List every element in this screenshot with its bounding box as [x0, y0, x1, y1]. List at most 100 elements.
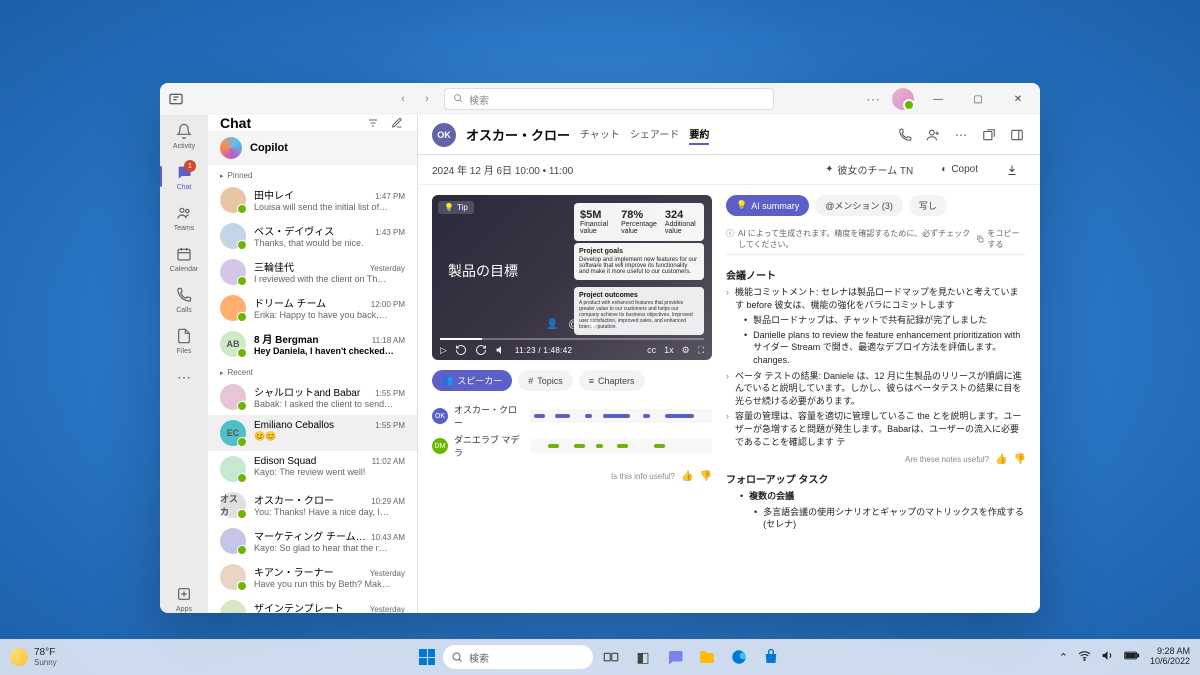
mention-icon[interactable]: @	[568, 319, 578, 330]
team-pill[interactable]: ✦ 彼女のチーム TN	[817, 160, 921, 179]
maximize-button[interactable]: ▢	[962, 87, 994, 111]
conversation-tab[interactable]: 要約	[689, 124, 709, 145]
apps-icon	[174, 584, 194, 604]
store-icon[interactable]	[757, 643, 785, 671]
more-menu[interactable]: ⋯	[862, 91, 884, 108]
ai-note[interactable]: ›容量の管理は、容量を適切に管理しているこ the とを説明します。ユーザーが急…	[726, 410, 1026, 448]
app-rail: Activity 1 Chat Teams Calendar	[160, 115, 208, 613]
play-button[interactable]: ▷	[440, 345, 447, 356]
fullscreen-button[interactable]: ⛶	[698, 345, 704, 356]
chat-item[interactable]: Edison Squad11:02 AM Kayo: The review we…	[208, 451, 417, 487]
chevron-right-icon: ›	[726, 370, 729, 408]
chat-item[interactable]: ザインテンプレートYesterday Reta: Let's set up a …	[208, 595, 417, 613]
nav-forward[interactable]: ›	[418, 90, 436, 108]
chat-item[interactable]: EC Emiliano Ceballos1:55 PM 😊😊	[208, 415, 417, 451]
volume-button[interactable]	[495, 344, 507, 356]
thumbs-up-button[interactable]: 👍	[681, 471, 693, 482]
rail-calls[interactable]: Calls	[164, 285, 204, 314]
avatar	[220, 223, 246, 249]
captions-button[interactable]: cc	[647, 345, 656, 355]
speed-button[interactable]: 1x	[664, 345, 674, 355]
battery-icon[interactable]	[1124, 649, 1140, 665]
ai-note[interactable]: ›機能コミットメント: セレナは製品ロードマップを見たいと考えています befo…	[726, 286, 1026, 311]
reaction-icon[interactable]: 👤	[546, 319, 558, 330]
nav-back[interactable]: ‹	[394, 90, 412, 108]
speaker-row[interactable]: OK オスカー・クロー	[432, 401, 712, 431]
section-recent[interactable]: Recent	[208, 362, 417, 379]
chat-item[interactable]: マーケティング チームの同期10:43 AM Kayo: So glad to …	[208, 523, 417, 559]
user-avatar[interactable]	[892, 88, 914, 110]
wifi-icon[interactable]	[1078, 649, 1091, 665]
volume-tray-icon[interactable]	[1101, 649, 1114, 665]
copilot-entry[interactable]: Copilot	[208, 131, 417, 165]
global-search[interactable]: 検索	[444, 88, 774, 110]
tab-topics[interactable]: #Topics	[518, 370, 573, 391]
panel-button[interactable]	[1008, 126, 1026, 144]
rail-activity[interactable]: Activity	[164, 121, 204, 150]
call-button[interactable]	[896, 126, 914, 144]
ai-note[interactable]: ›ベータ テストの結果: Daniele は、12 月に生製品のリリースが順調に…	[726, 370, 1026, 408]
tray-chevron-icon[interactable]: ⌃	[1059, 651, 1068, 664]
edge-icon[interactable]	[725, 643, 753, 671]
tab-chapters[interactable]: ≡Chapters	[579, 370, 645, 391]
meeting-datetime: 2024 年 12 月 6日 10:00 • 11:00	[432, 162, 573, 177]
add-people-button[interactable]	[924, 126, 942, 144]
header-more[interactable]: ⋯	[952, 126, 970, 144]
chat-item[interactable]: ドリーム チーム12:00 PM Erika: Happy to have yo…	[208, 290, 417, 326]
rewind-button[interactable]	[455, 344, 467, 356]
chat-taskbar-icon[interactable]	[661, 643, 689, 671]
rail-chat[interactable]: 1 Chat	[164, 162, 204, 191]
rail-calendar[interactable]: Calendar	[164, 244, 204, 273]
speaker-avatar: OK	[432, 408, 448, 424]
rail-teams[interactable]: Teams	[164, 203, 204, 232]
avatar	[220, 384, 246, 410]
chat-icon: 1	[174, 162, 194, 182]
taskbar-clock[interactable]: 9:28 AM 10/6/2022	[1150, 647, 1190, 667]
tab-mentions[interactable]: @メンション (3)	[815, 195, 903, 216]
speaker-row[interactable]: DM ダニエラブ マデラ	[432, 431, 712, 461]
notes-thumbs-up[interactable]: 👍	[995, 454, 1007, 465]
section-pinned[interactable]: Pinned	[208, 165, 417, 182]
sun-icon	[10, 648, 28, 666]
teams-window: ‹ › 検索 ⋯ — ▢ ✕ Activity	[160, 83, 1040, 613]
chat-item[interactable]: 田中レイ1:47 PM Louisa will send the initial…	[208, 182, 417, 218]
speaker-timeline[interactable]	[530, 439, 712, 453]
conversation-tab[interactable]: チャット	[580, 124, 620, 145]
taskview-icon[interactable]	[597, 643, 625, 671]
start-button[interactable]	[415, 645, 439, 669]
chat-item[interactable]: シャルロットand Babar1:55 PM Babak: I asked th…	[208, 379, 417, 415]
conversation-tab[interactable]: シェアード	[630, 124, 679, 145]
forward-button[interactable]	[475, 344, 487, 356]
conversation-header: OK オスカー・クロー チャットシェアード要約 ⋯	[418, 115, 1040, 155]
chat-item[interactable]: AB 8 月 Bergman11:18 AM Hey Daniela, I ha…	[208, 326, 417, 362]
thumbs-down-button[interactable]: 👎	[700, 471, 712, 482]
settings-button[interactable]: ⚙	[682, 345, 690, 356]
speaker-timeline[interactable]	[530, 409, 712, 423]
tab-speaker[interactable]: 👥スピーカー	[432, 370, 512, 391]
tab-ai-summary[interactable]: 💡AI summary	[726, 195, 809, 216]
chat-item[interactable]: 三輪佳代Yesterday I reviewed with the client…	[208, 254, 417, 290]
compose-icon[interactable]	[389, 115, 405, 131]
chat-item[interactable]: オスカ オスカー・クロー10:29 AM You: Thanks! Have a…	[208, 487, 417, 523]
copilot-pill[interactable]: ◐ Copot	[933, 162, 986, 177]
close-button[interactable]: ✕	[1002, 87, 1034, 111]
rail-more[interactable]: ⋯	[164, 367, 204, 387]
filter-icon[interactable]	[365, 115, 381, 131]
copy-button[interactable]: をコピーする	[976, 228, 1026, 250]
rail-files[interactable]: Files	[164, 326, 204, 355]
weather-widget[interactable]: 78°F Sunny	[10, 647, 57, 667]
popout-button[interactable]	[980, 126, 998, 144]
rail-apps[interactable]: Apps	[164, 584, 204, 613]
explorer-icon[interactable]	[693, 643, 721, 671]
taskbar-search[interactable]: 検索	[443, 645, 593, 669]
chat-item[interactable]: キアン・ラーナーYesterday Have you run this by B…	[208, 559, 417, 595]
widgets-icon[interactable]: ◧	[629, 643, 657, 671]
chat-item[interactable]: ベス・デイヴィス1:43 PM Thanks, that would be ni…	[208, 218, 417, 254]
share-icon[interactable]: ▣	[589, 319, 598, 330]
header-avatar: OK	[432, 123, 456, 147]
avatar: AB	[220, 331, 246, 357]
notes-thumbs-down[interactable]: 👎	[1014, 454, 1026, 465]
tab-transcript[interactable]: 写し	[909, 195, 947, 216]
minimize-button[interactable]: —	[922, 87, 954, 111]
download-button[interactable]	[998, 162, 1026, 178]
